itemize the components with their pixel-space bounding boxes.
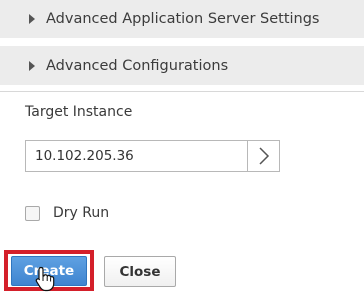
section-label: Advanced Application Server Settings [46,11,320,27]
target-instance-input[interactable] [25,140,247,172]
target-instance-go-button[interactable] [247,140,280,172]
section-advanced-configurations[interactable]: Advanced Configurations [0,46,364,85]
caret-right-icon [29,14,35,24]
dry-run-label: Dry Run [53,205,110,221]
checkbox-box[interactable] [25,205,40,221]
chevron-right-icon [258,147,269,165]
caret-right-icon [29,60,35,71]
section-advanced-application-server-settings[interactable]: Advanced Application Server Settings [0,0,364,38]
section-label: Advanced Configurations [46,57,229,74]
close-button[interactable]: Close [104,256,176,287]
target-instance-label: Target Instance [25,104,133,120]
create-button[interactable]: Create [11,256,87,286]
divider [0,91,364,92]
dry-run-checkbox[interactable]: Dry Run [25,205,109,221]
